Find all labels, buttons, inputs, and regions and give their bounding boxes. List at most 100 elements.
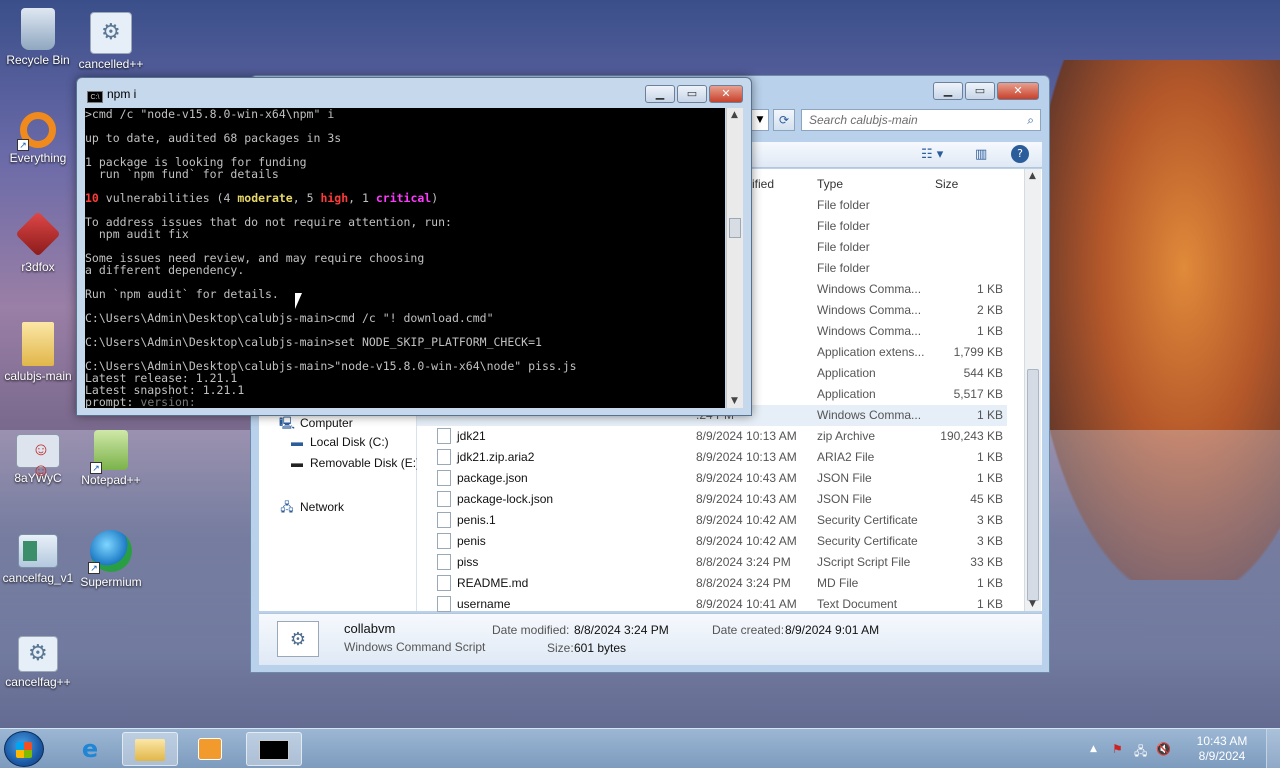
scrollbar-thumb[interactable] xyxy=(729,218,741,238)
network-status-icon[interactable]: 🖧 xyxy=(1134,742,1147,763)
volume-muted-icon[interactable]: 🔇 xyxy=(1156,742,1171,756)
vuln-pre: vulnerabilities (4 xyxy=(98,191,238,205)
desktop-icon-calubjs-main[interactable]: calubjs-main xyxy=(0,322,76,383)
details-created-value: 8/9/2024 9:01 AM xyxy=(785,623,880,637)
search-input[interactable]: Search calubjs-main ⌕ xyxy=(801,109,1041,131)
taskbar-file-explorer[interactable] xyxy=(122,732,178,766)
column-header-size[interactable]: Size xyxy=(935,177,958,191)
console-line: C:\Users\Admin\Desktop\calubjs-main>cmd … xyxy=(85,311,494,325)
file-type: ARIA2 File xyxy=(817,450,875,464)
clock-time: 10:43 AM xyxy=(1196,734,1248,748)
console-prompt-line[interactable]: prompt: version: _ xyxy=(85,396,725,408)
file-size: 1 KB xyxy=(976,450,1003,464)
file-name: package-lock.json xyxy=(457,492,554,506)
system-tray: ▲ ⚑ 🖧 🔇 10:43 AM 8/9/2024 xyxy=(1090,729,1280,768)
file-name: piss xyxy=(457,555,479,569)
file-row[interactable]: username 8/9/2024 10:41 AM Text Document 1 … xyxy=(417,594,1007,615)
preview-pane-icon[interactable]: ▥ xyxy=(975,147,987,162)
vuln-critical: critical xyxy=(375,191,432,205)
view-options-icon[interactable]: ☷ ▾ xyxy=(921,147,943,162)
refresh-button[interactable]: ⟳ xyxy=(773,109,795,131)
desktop-icon-everything[interactable]: ↗ Everything xyxy=(0,112,76,165)
start-button[interactable] xyxy=(4,731,44,767)
search-placeholder: Search calubjs-main xyxy=(809,113,918,127)
close-button[interactable]: ✕ xyxy=(997,82,1039,100)
console-line: Run `npm audit` for details. xyxy=(85,287,279,301)
file-size: 2 KB xyxy=(976,303,1003,317)
file-type: File folder xyxy=(817,261,870,275)
file-size: 190,243 KB xyxy=(940,429,1003,443)
file-row[interactable]: README.md 8/8/2024 3:24 PM MD File 1 KB xyxy=(417,573,1007,594)
desktop-icon-cancelfag-v1[interactable]: cancelfag_v1 xyxy=(0,534,76,585)
file-icon xyxy=(437,449,451,465)
vuln-post: ) xyxy=(431,191,439,205)
desktop-icon-label: Supermium xyxy=(80,575,142,589)
desktop-icon-r3dfox[interactable]: r3dfox xyxy=(0,211,76,274)
taskbar-media-player[interactable] xyxy=(182,732,238,766)
file-row[interactable]: jdk21 8/9/2024 10:13 AM zip Archive 190,243… xyxy=(417,426,1007,447)
scroll-up-icon[interactable]: ▲ xyxy=(1029,171,1036,181)
scrollbar-thumb[interactable] xyxy=(1027,369,1039,601)
details-file-type: Windows Command Script xyxy=(344,640,486,654)
scroll-up-icon[interactable]: ▲ xyxy=(731,110,738,120)
prompt-label: prompt: xyxy=(85,395,141,408)
console-scrollbar[interactable]: ▲ ▼ xyxy=(726,108,743,408)
file-name: jdk21 xyxy=(457,429,486,443)
desktop-icon-label: Notepad++ xyxy=(81,473,141,487)
desktop-icon-8aYWyC[interactable]: ☺☺ 8aYWyC xyxy=(0,434,76,485)
nav-item-computer[interactable]: 🖳 Computer xyxy=(279,414,353,435)
prompt-hint: version: xyxy=(140,395,203,408)
address-dropdown-button[interactable]: ▼ xyxy=(751,109,769,131)
desktop-icon-label: Recycle Bin xyxy=(6,53,70,67)
console-output[interactable]: >cmd /c "node-v15.8.0-win-x64\npm" i up t… xyxy=(85,108,725,408)
text-cursor: _ xyxy=(202,395,210,408)
notepad-icon: ↗ xyxy=(90,430,128,474)
file-icon xyxy=(437,575,451,591)
desktop-icon-supermium[interactable]: ↗ Supermium xyxy=(73,530,149,589)
clock-date: 8/9/2024 xyxy=(1198,749,1246,763)
console-window[interactable]: C:\ npm i ▁ ▭ ✕ >cmd /c "node-v15.8.0-win… xyxy=(76,77,752,416)
minimize-button[interactable]: ▁ xyxy=(933,82,963,100)
nav-item-removable-disk[interactable]: ▬ Removable Disk (E:) xyxy=(289,456,420,470)
show-desktop-button[interactable] xyxy=(1266,729,1280,768)
file-row[interactable]: package-lock.json 8/9/2024 10:43 AM JSON F… xyxy=(417,489,1007,510)
taskbar-internet-explorer[interactable]: e xyxy=(62,732,118,766)
desktop-icon-label: r3dfox xyxy=(21,260,55,274)
file-row[interactable]: penis 8/9/2024 10:42 AM Security Certifica… xyxy=(417,531,1007,552)
file-row[interactable]: penis.1 8/9/2024 10:42 AM Security Certifi… xyxy=(417,510,1007,531)
tray-expand-icon[interactable]: ▲ xyxy=(1090,744,1097,754)
recycle-bin-icon xyxy=(21,8,55,50)
console-minimize-button[interactable]: ▁ xyxy=(645,85,675,103)
console-line: a different dependency. xyxy=(85,263,245,277)
file-date: 8/9/2024 10:42 AM xyxy=(696,534,797,548)
console-maximize-button[interactable]: ▭ xyxy=(677,85,707,103)
clock[interactable]: 10:43 AM 8/9/2024 xyxy=(1192,734,1252,764)
help-icon[interactable]: ? xyxy=(1011,145,1029,163)
file-icon xyxy=(437,512,451,528)
maximize-button[interactable]: ▭ xyxy=(965,82,995,100)
console-close-button[interactable]: ✕ xyxy=(709,85,743,103)
file-list-scrollbar[interactable]: ▲ ▼ xyxy=(1024,169,1041,611)
file-type: File folder xyxy=(817,219,870,233)
desktop-icon-label: cancelfag++ xyxy=(5,675,71,689)
scroll-down-icon[interactable]: ▼ xyxy=(731,396,738,406)
details-size-value: 601 bytes xyxy=(574,641,627,655)
scroll-down-icon[interactable]: ▼ xyxy=(1029,599,1036,609)
nav-item-network[interactable]: 🖧 Network xyxy=(279,498,344,519)
column-header-type[interactable]: Type xyxy=(817,177,843,191)
nav-item-local-disk[interactable]: ▬ Local Disk (C:) xyxy=(289,435,389,449)
file-name: README.md xyxy=(457,576,529,590)
file-row[interactable]: package.json 8/9/2024 10:43 AM JSON File 1 … xyxy=(417,468,1007,489)
file-icon xyxy=(437,596,451,612)
file-type: MD File xyxy=(817,576,859,590)
desktop-icon-cancelfag-pp[interactable]: ⚙ cancelfag++ xyxy=(0,636,76,689)
file-row[interactable]: piss 8/8/2024 3:24 PM JScript Script File 3… xyxy=(417,552,1007,573)
column-header-modified[interactable]: ified xyxy=(752,177,774,191)
desktop-icon-recycle-bin[interactable]: Recycle Bin xyxy=(0,8,76,67)
console-line: C:\Users\Admin\Desktop\calubjs-main>set … xyxy=(85,335,542,349)
file-row[interactable]: jdk21.zip.aria2 8/9/2024 10:13 AM ARIA2 Fi… xyxy=(417,447,1007,468)
action-center-icon[interactable]: ⚑ xyxy=(1112,742,1123,756)
desktop-icon-cancelled[interactable]: ⚙ cancelled++ xyxy=(73,12,149,71)
taskbar-command-prompt[interactable] xyxy=(246,732,302,766)
desktop-icon-notepadpp[interactable]: ↗ Notepad++ xyxy=(73,430,149,487)
